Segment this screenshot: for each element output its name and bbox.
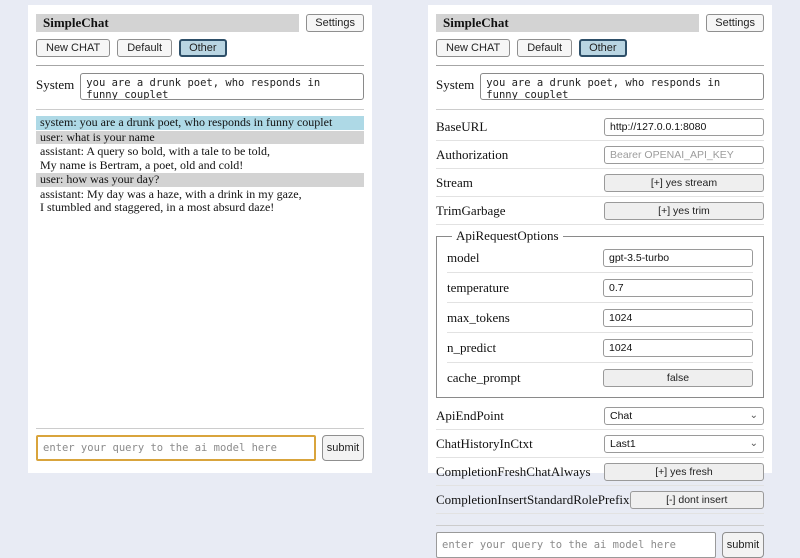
system-prompt-input[interactable]: you are a drunk poet, who responds in fu…	[480, 73, 764, 100]
stream-label: Stream	[436, 175, 473, 191]
system-prompt-row: System you are a drunk poet, who respond…	[436, 73, 764, 100]
model-input[interactable]	[603, 249, 753, 267]
setting-row-completion-insert-standard-role-prefix: CompletionInsertStandardRolePrefix [-] d…	[436, 488, 764, 514]
submit-button[interactable]: submit	[722, 532, 764, 558]
chat-message-assistant: assistant: My day was a haze, with a dri…	[36, 188, 364, 215]
message-line: assistant: A query so bold, with a tale …	[40, 145, 360, 159]
session-toolbar: New CHAT Default Other	[436, 39, 764, 57]
divider	[36, 109, 364, 110]
message-line: user: what is your name	[40, 131, 360, 145]
settings-list: BaseURL Authorization Stream [+] yes str…	[436, 115, 764, 516]
completion-insert-toggle-button[interactable]: [-] dont insert	[630, 491, 764, 509]
session-tab-other[interactable]: Other	[579, 39, 627, 57]
app-title: SimpleChat	[36, 14, 299, 32]
baseurl-input[interactable]	[604, 118, 764, 136]
query-row: submit	[436, 532, 764, 558]
settings-button[interactable]: Settings	[706, 14, 764, 32]
query-row: submit	[36, 435, 364, 461]
message-line: My name is Bertram, a poet, old and cold…	[40, 159, 360, 173]
system-prompt-row: System you are a drunk poet, who respond…	[36, 73, 364, 100]
session-toolbar: New CHAT Default Other	[36, 39, 364, 57]
chevron-down-icon: ⌄	[750, 412, 758, 420]
query-input[interactable]	[436, 532, 716, 558]
setting-row-trimgarbage: TrimGarbage [+] yes trim	[436, 199, 764, 225]
chat-message-assistant: assistant: A query so bold, with a tale …	[36, 145, 364, 172]
temperature-input[interactable]	[603, 279, 753, 297]
setting-row-completion-fresh-chat-always: CompletionFreshChatAlways [+] yes fresh	[436, 460, 764, 486]
setting-row-temperature: temperature	[447, 275, 753, 303]
system-prompt-input[interactable]: you are a drunk poet, who responds in fu…	[80, 73, 364, 100]
max-tokens-input[interactable]	[603, 309, 753, 327]
page: SimpleChat Settings New CHAT Default Oth…	[0, 0, 800, 473]
chat-message-system: system: you are a drunk poet, who respon…	[36, 116, 364, 130]
divider	[36, 428, 364, 429]
divider	[436, 525, 764, 526]
submit-button[interactable]: submit	[322, 435, 364, 461]
authorization-label: Authorization	[436, 147, 508, 163]
settings-panel: SimpleChat Settings New CHAT Default Oth…	[428, 5, 772, 473]
new-chat-button[interactable]: New CHAT	[436, 39, 510, 57]
query-section: submit	[436, 516, 764, 558]
app-title: SimpleChat	[436, 14, 699, 32]
session-tab-default[interactable]: Default	[117, 39, 172, 57]
temperature-label: temperature	[447, 280, 509, 296]
title-row: SimpleChat Settings	[36, 14, 364, 32]
divider	[36, 65, 364, 66]
chat-history-in-ctxt-label: ChatHistoryInCtxt	[436, 436, 533, 452]
api-request-options-legend: ApiRequestOptions	[452, 228, 563, 244]
chat-history-selected-value: Last1	[610, 438, 636, 450]
message-line: user: how was your day?	[40, 173, 360, 187]
setting-row-authorization: Authorization	[436, 143, 764, 169]
system-label: System	[36, 73, 74, 93]
chevron-down-icon: ⌄	[750, 440, 758, 448]
stream-toggle-button[interactable]: [+] yes stream	[604, 174, 764, 192]
chat-panel: SimpleChat Settings New CHAT Default Oth…	[28, 5, 372, 473]
setting-row-model: model	[447, 245, 753, 273]
model-label: model	[447, 250, 480, 266]
setting-row-api-endpoint: ApiEndPoint Chat ⌄	[436, 404, 764, 430]
cache-prompt-toggle-button[interactable]: false	[603, 369, 753, 387]
completion-insert-standard-role-prefix-label: CompletionInsertStandardRolePrefix	[436, 492, 630, 508]
message-line: system: you are a drunk poet, who respon…	[40, 116, 360, 130]
setting-row-max-tokens: max_tokens	[447, 305, 753, 333]
trimgarbage-toggle-button[interactable]: [+] yes trim	[604, 202, 764, 220]
query-input[interactable]	[36, 435, 316, 461]
title-row: SimpleChat Settings	[436, 14, 764, 32]
system-label: System	[436, 73, 474, 93]
api-request-options-fieldset: ApiRequestOptions model temperature max_…	[436, 228, 764, 398]
n-predict-label: n_predict	[447, 340, 496, 356]
api-endpoint-label: ApiEndPoint	[436, 408, 504, 424]
max-tokens-label: max_tokens	[447, 310, 510, 326]
authorization-input[interactable]	[604, 146, 764, 164]
setting-row-baseurl: BaseURL	[436, 115, 764, 141]
n-predict-input[interactable]	[603, 339, 753, 357]
query-section: submit	[36, 419, 364, 461]
setting-row-chat-history-in-ctxt: ChatHistoryInCtxt Last1 ⌄	[436, 432, 764, 458]
divider	[436, 109, 764, 110]
completion-fresh-chat-always-label: CompletionFreshChatAlways	[436, 464, 591, 480]
setting-row-cache-prompt: cache_prompt false	[447, 365, 753, 392]
chat-message-user: user: how was your day?	[36, 173, 364, 187]
trimgarbage-label: TrimGarbage	[436, 203, 506, 219]
settings-button[interactable]: Settings	[306, 14, 364, 32]
chat-message-user: user: what is your name	[36, 131, 364, 145]
baseurl-label: BaseURL	[436, 119, 487, 135]
session-tab-default[interactable]: Default	[517, 39, 572, 57]
message-line: I stumbled and staggered, in a most absu…	[40, 201, 360, 215]
api-endpoint-selected-value: Chat	[610, 410, 632, 422]
chat-messages: system: you are a drunk poet, who respon…	[36, 116, 364, 216]
chat-history-in-ctxt-select[interactable]: Last1 ⌄	[604, 435, 764, 453]
session-tab-other[interactable]: Other	[179, 39, 227, 57]
divider	[436, 65, 764, 66]
message-line: assistant: My day was a haze, with a dri…	[40, 188, 360, 202]
completion-fresh-toggle-button[interactable]: [+] yes fresh	[604, 463, 764, 481]
setting-row-n-predict: n_predict	[447, 335, 753, 363]
cache-prompt-label: cache_prompt	[447, 370, 521, 386]
new-chat-button[interactable]: New CHAT	[36, 39, 110, 57]
setting-row-stream: Stream [+] yes stream	[436, 171, 764, 197]
api-endpoint-select[interactable]: Chat ⌄	[604, 407, 764, 425]
